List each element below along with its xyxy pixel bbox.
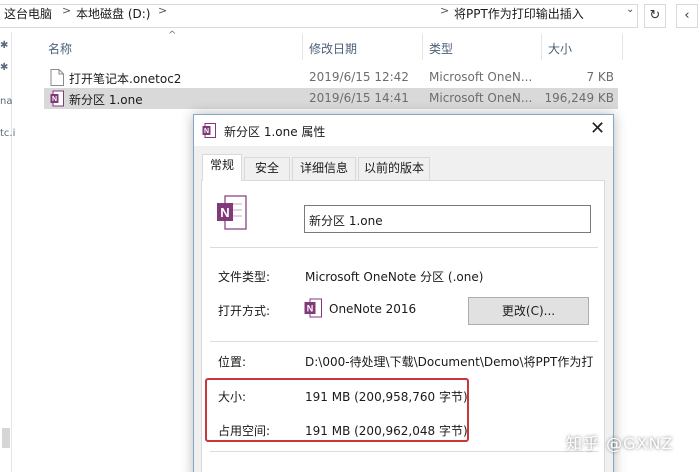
column-divider[interactable] bbox=[422, 34, 423, 60]
file-type-label: 文件类型: bbox=[218, 270, 271, 284]
pin-icon: ✱ bbox=[0, 40, 9, 51]
watermark: 知乎 @GXNZ bbox=[566, 434, 674, 453]
file-row-selected[interactable]: N 新分区 1.one 2019/6/15 14:41 Microsoft On… bbox=[44, 88, 618, 109]
dialog-title: 新分区 1.one 属性 bbox=[224, 125, 326, 139]
chevron-left-icon: ‹ bbox=[684, 8, 690, 23]
breadcrumb-local-disk[interactable]: 本地磁盘 (D:) bbox=[76, 5, 150, 22]
file-size: 7 KB bbox=[586, 70, 614, 84]
address-history-dropdown[interactable]: ⌄ bbox=[626, 4, 634, 15]
open-with-label: 打开方式: bbox=[218, 304, 271, 318]
divider bbox=[210, 247, 598, 248]
onenote-section-icon: N bbox=[50, 90, 64, 107]
search-box-edge[interactable]: ‹ bbox=[676, 4, 698, 28]
column-header-date[interactable]: 修改日期 bbox=[309, 40, 357, 57]
location-value: D:\000-待处理\下载\Document\Demo\将PPT作为打 bbox=[305, 355, 594, 369]
breadcrumb-separator[interactable]: > bbox=[158, 4, 167, 17]
column-header-type[interactable]: 类型 bbox=[429, 40, 453, 57]
svg-text:N: N bbox=[52, 96, 57, 103]
navigation-pane[interactable]: ✱ ✱ na tc.i bbox=[0, 32, 15, 472]
tab-previous-versions[interactable]: 以前的版本 bbox=[358, 157, 430, 180]
open-with-value: OneNote 2016 bbox=[329, 302, 417, 316]
refresh-button[interactable]: ↻ bbox=[644, 4, 666, 28]
svg-text:N: N bbox=[220, 205, 229, 220]
tab-general[interactable]: 常规 bbox=[202, 154, 242, 181]
nav-item-truncated[interactable]: tc.i bbox=[0, 128, 15, 139]
column-header-size[interactable]: 大小 bbox=[548, 40, 572, 57]
tab-security[interactable]: 安全 bbox=[244, 157, 290, 180]
dialog-title-bar[interactable]: N 新分区 1.one 属性 ✕ bbox=[194, 115, 613, 146]
onenote-section-icon: N bbox=[202, 123, 216, 138]
file-type: Microsoft OneN... bbox=[429, 70, 533, 84]
breadcrumb-separator[interactable]: > bbox=[440, 4, 449, 17]
onenote-section-large-icon: N bbox=[217, 195, 247, 230]
file-date: 2019/6/15 12:42 bbox=[309, 70, 409, 84]
file-name: 新分区 1.one bbox=[69, 93, 143, 107]
sort-ascending-icon: ^ bbox=[168, 30, 177, 41]
refresh-icon: ↻ bbox=[649, 8, 661, 23]
close-icon[interactable]: ✕ bbox=[590, 119, 605, 139]
file-date: 2019/6/15 14:41 bbox=[309, 91, 409, 105]
breadcrumb-this-pc[interactable]: 这台电脑 bbox=[4, 5, 52, 22]
nav-scrollbar-thumb[interactable] bbox=[2, 428, 10, 448]
file-name: 打开笔记本.onetoc2 bbox=[69, 72, 182, 86]
file-row[interactable]: 打开笔记本.onetoc2 2019/6/15 12:42 Microsoft … bbox=[44, 67, 618, 88]
pin-icon: ✱ bbox=[0, 62, 9, 73]
breadcrumb-current-folder[interactable]: 将PPT作为打印输出插入 bbox=[454, 5, 584, 22]
file-type: Microsoft OneN... bbox=[429, 91, 533, 105]
breadcrumb-separator[interactable]: > bbox=[62, 4, 71, 17]
svg-text:N: N bbox=[307, 304, 314, 314]
divider bbox=[210, 451, 598, 452]
tab-details[interactable]: 详细信息 bbox=[292, 157, 356, 180]
file-type-value: Microsoft OneNote 分区 (.one) bbox=[305, 270, 484, 284]
change-button[interactable]: 更改(C)... bbox=[468, 297, 589, 325]
file-size: 196,249 KB bbox=[544, 91, 614, 105]
nav-item-truncated[interactable]: na bbox=[0, 96, 12, 107]
document-file-icon bbox=[50, 69, 64, 86]
file-name-value: 新分区 1.one bbox=[309, 214, 383, 228]
column-divider[interactable] bbox=[541, 34, 542, 60]
file-name-input[interactable]: 新分区 1.one bbox=[304, 205, 591, 233]
divider bbox=[210, 341, 598, 342]
address-bar-row: 这台电脑 > 本地磁盘 (D:) > > 将PPT作为打印输出插入 ⌄ ↻ ‹ bbox=[0, 0, 700, 32]
column-header-name[interactable]: 名称 bbox=[48, 40, 72, 57]
location-label: 位置: bbox=[218, 355, 247, 369]
onenote-app-icon: N bbox=[304, 298, 322, 318]
column-divider[interactable] bbox=[302, 34, 303, 60]
highlight-annotation-box bbox=[205, 378, 469, 442]
svg-text:N: N bbox=[204, 128, 209, 135]
column-divider[interactable] bbox=[622, 34, 623, 60]
